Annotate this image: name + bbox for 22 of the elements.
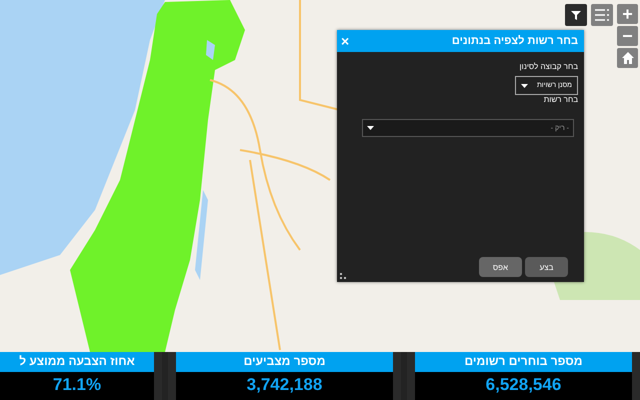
apply-button[interactable]: בצע xyxy=(525,257,568,277)
filter-button[interactable] xyxy=(565,4,587,26)
reset-button[interactable]: אפס xyxy=(479,257,522,277)
zoom-out-button[interactable]: − xyxy=(617,26,638,46)
zoom-in-button[interactable]: + xyxy=(617,4,638,24)
filter-icon xyxy=(570,9,582,21)
dialog-title: בחר רשות לצפיה בנתונים xyxy=(452,35,578,47)
resize-grip-icon[interactable] xyxy=(340,273,346,279)
stat-title: מספר מצביעים xyxy=(176,350,393,372)
stat-value: 3,742,188 xyxy=(246,374,324,396)
group-label: בחר קבוצה לסינון xyxy=(520,62,578,71)
stat-value: 6,528,546 xyxy=(484,374,562,396)
stat-title: מספר בוחרים רשומים xyxy=(415,350,632,372)
caret-icon xyxy=(367,126,374,130)
stat-title: אחוז הצבעה ממוצע ל xyxy=(0,350,154,372)
list-icon xyxy=(595,9,609,21)
caret-icon xyxy=(521,84,528,88)
home-icon xyxy=(620,51,634,65)
authority-label: בחר רשות xyxy=(544,95,578,104)
stat-value: 71.1% xyxy=(52,374,102,396)
layers-list-button[interactable] xyxy=(591,4,613,26)
home-button[interactable] xyxy=(617,48,638,68)
